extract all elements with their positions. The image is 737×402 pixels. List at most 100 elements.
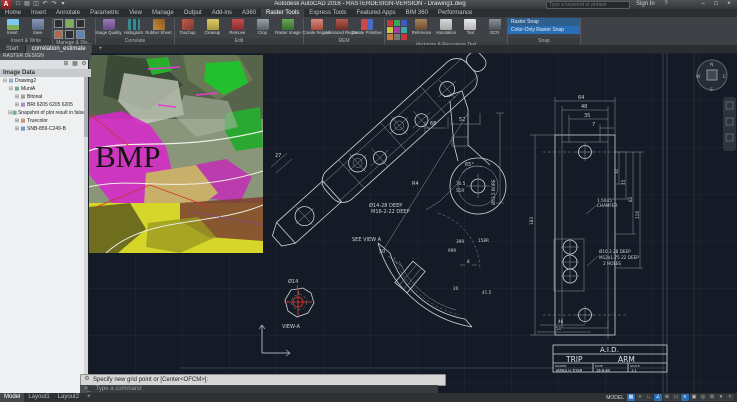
toggle-checkbox[interactable] xyxy=(65,30,74,39)
tab-insert[interactable]: Insert xyxy=(26,9,51,17)
save-image-button[interactable]: Save xyxy=(25,18,50,36)
scrollbar-thumb[interactable] xyxy=(84,77,88,137)
tab-addins[interactable]: Add-ins xyxy=(207,9,237,17)
tab-annotate[interactable]: Annotate xyxy=(51,9,85,17)
create-primitive-button[interactable]: Create Primitive xyxy=(351,18,382,36)
tab-output[interactable]: Output xyxy=(179,9,207,17)
workspace-gear-icon[interactable]: ⚙ xyxy=(708,394,716,401)
toggle-checkbox[interactable] xyxy=(65,19,74,28)
qat-dropdown-icon[interactable]: ▾ xyxy=(59,1,67,8)
toggle-checkbox[interactable] xyxy=(54,30,63,39)
help-icon[interactable]: ? xyxy=(662,1,670,8)
close-button[interactable]: × xyxy=(723,0,735,9)
tree-item-snapshot[interactable]: ⊟ ▦ Snapshot of plot result in false cop… xyxy=(0,109,84,117)
viewcube-compass[interactable]: N W E S xyxy=(696,59,728,93)
open-icon[interactable]: ▤ xyxy=(23,1,31,8)
panel-insert-write[interactable]: Insert & Write xyxy=(0,38,52,45)
color-only-snap-toggle[interactable]: Color-Only Raster Snap xyxy=(508,26,580,34)
tree-item-snb[interactable]: ⊞ ▦ SNB-859-C249-B xyxy=(0,125,84,133)
compass-s[interactable]: S xyxy=(710,87,713,93)
command-input[interactable]: >_ Type a command xyxy=(80,385,438,393)
touchup-button[interactable]: Touchup xyxy=(175,18,200,36)
compass-n[interactable]: N xyxy=(710,62,713,68)
model-space-label[interactable]: MODEL xyxy=(606,395,624,401)
layout2-tab[interactable]: Layout2 xyxy=(54,393,83,402)
layout1-tab[interactable]: Layout1 xyxy=(24,393,53,402)
image-data-header[interactable]: Image Data xyxy=(0,69,91,77)
compass-w[interactable]: W xyxy=(696,74,701,80)
transparency-toggle-icon[interactable]: ▣ xyxy=(690,394,698,401)
tree-item-correlation[interactable]: ⊞ ▦ BRt 6205 6205 6205 xyxy=(0,101,84,109)
model-tab[interactable]: Model xyxy=(0,393,25,402)
tree-item-drawing[interactable]: ⊟ ▤ Drawing2 xyxy=(0,77,84,85)
rubber-sheet-button[interactable]: Rubber Sheet xyxy=(145,18,172,36)
tab-express-tools[interactable]: Express Tools xyxy=(304,9,351,17)
osnap-toggle-icon[interactable]: ⊕ xyxy=(663,394,671,401)
compass-e[interactable]: E xyxy=(723,74,726,80)
palette-title[interactable]: RASTER DESIGN xyxy=(0,53,91,60)
text-button[interactable]: Text xyxy=(458,18,483,36)
tab-home[interactable]: Home xyxy=(0,9,26,17)
tab-bim360[interactable]: BIM 360 xyxy=(401,9,433,17)
dynamic-input-toggle-icon[interactable]: ≡ xyxy=(681,394,689,401)
file-tab-start[interactable]: Start xyxy=(0,45,26,53)
crop-button[interactable]: Crop xyxy=(250,18,275,36)
snap-toggle-icon[interactable]: + xyxy=(636,394,644,401)
raster-snap-toggle[interactable]: Raster Snap xyxy=(508,18,580,26)
image-quality-button[interactable]: Image Quality xyxy=(95,18,122,36)
reference-button[interactable]: Reference xyxy=(409,18,434,36)
maximize-button[interactable]: □ xyxy=(710,0,722,9)
save-icon[interactable]: ◫ xyxy=(32,1,40,8)
tab-manage[interactable]: Manage xyxy=(147,9,179,17)
status-dropdown-icon[interactable]: ▾ xyxy=(717,394,725,401)
remove-button[interactable]: Remove xyxy=(225,18,250,36)
color-grid[interactable] xyxy=(387,20,407,40)
new-icon[interactable]: □ xyxy=(14,1,22,8)
annotation-button[interactable]: Annotation xyxy=(434,18,459,36)
panel-correlate[interactable]: Correlate xyxy=(96,38,174,45)
grid-toggle-icon[interactable]: ▦ xyxy=(627,394,635,401)
toggle-checkbox[interactable] xyxy=(76,30,85,39)
new-drawing-tab-button[interactable]: + xyxy=(93,45,109,53)
command-customize-icon[interactable]: ⚙ xyxy=(82,374,92,384)
raster-image-button[interactable]: Raster Image xyxy=(275,18,300,36)
grid-view-icon[interactable]: ▦ xyxy=(71,61,79,68)
undo-icon[interactable]: ↶ xyxy=(41,1,49,8)
panel-snap[interactable]: Snap xyxy=(508,38,580,45)
minimize-button[interactable]: – xyxy=(697,0,709,9)
tab-featured-apps[interactable]: Featured Apps xyxy=(352,9,401,17)
new-layout-button[interactable]: + xyxy=(83,393,95,402)
tree-item-image[interactable]: ⊟ ▦ MuniA xyxy=(0,85,84,93)
tab-raster-tools[interactable]: Raster Tools xyxy=(261,9,305,17)
polar-toggle-icon[interactable]: ∠ xyxy=(654,394,662,401)
toggle-checkbox[interactable] xyxy=(54,19,63,28)
ortho-toggle-icon[interactable]: ∟ xyxy=(645,394,653,401)
link-icon[interactable]: ⊞ xyxy=(62,61,70,68)
cleanup-button[interactable]: Cleanup xyxy=(200,18,225,36)
display-toggle-cluster[interactable] xyxy=(53,17,93,40)
lineweight-toggle-icon[interactable]: ▭ xyxy=(672,394,680,401)
toggle-checkbox[interactable] xyxy=(76,19,85,28)
insert-button[interactable]: Insert xyxy=(0,18,25,36)
advanced-region-button[interactable]: Advanced Region xyxy=(325,18,358,36)
tab-performance[interactable]: Performance xyxy=(433,9,477,17)
tab-parametric[interactable]: Parametric xyxy=(85,9,124,17)
redo-icon[interactable]: ↷ xyxy=(50,1,58,8)
tree-item-truecolor[interactable]: ⊞ ▦ Truecolor xyxy=(0,117,84,125)
panel-rem[interactable]: REM xyxy=(304,38,384,45)
histogram-button[interactable]: Histogram xyxy=(121,18,146,36)
snap-cursor[interactable] xyxy=(284,288,312,316)
signin-button[interactable]: Sign In xyxy=(636,1,655,7)
drawing-canvas[interactable]: BMP 27 68 52 65° 70.5 51R Ø63.5 BORE R4 … xyxy=(88,53,737,393)
tab-a360[interactable]: A360 xyxy=(237,9,261,17)
selection-cycling-icon[interactable]: ◎ xyxy=(699,394,707,401)
settings-icon[interactable]: ⚙ xyxy=(80,61,88,68)
app-menu-button[interactable]: A xyxy=(1,0,11,9)
tab-view[interactable]: View xyxy=(124,9,147,17)
panel-edit[interactable]: Edit xyxy=(175,38,303,45)
ocr-button[interactable]: OCR xyxy=(483,18,508,36)
tree-item-bitonal[interactable]: ⊞ ▦ Bitonal xyxy=(0,93,84,101)
navigation-bar[interactable] xyxy=(723,97,736,151)
file-tab-drawing[interactable]: correlation_estimate xyxy=(25,45,93,53)
search-input[interactable] xyxy=(546,1,630,9)
